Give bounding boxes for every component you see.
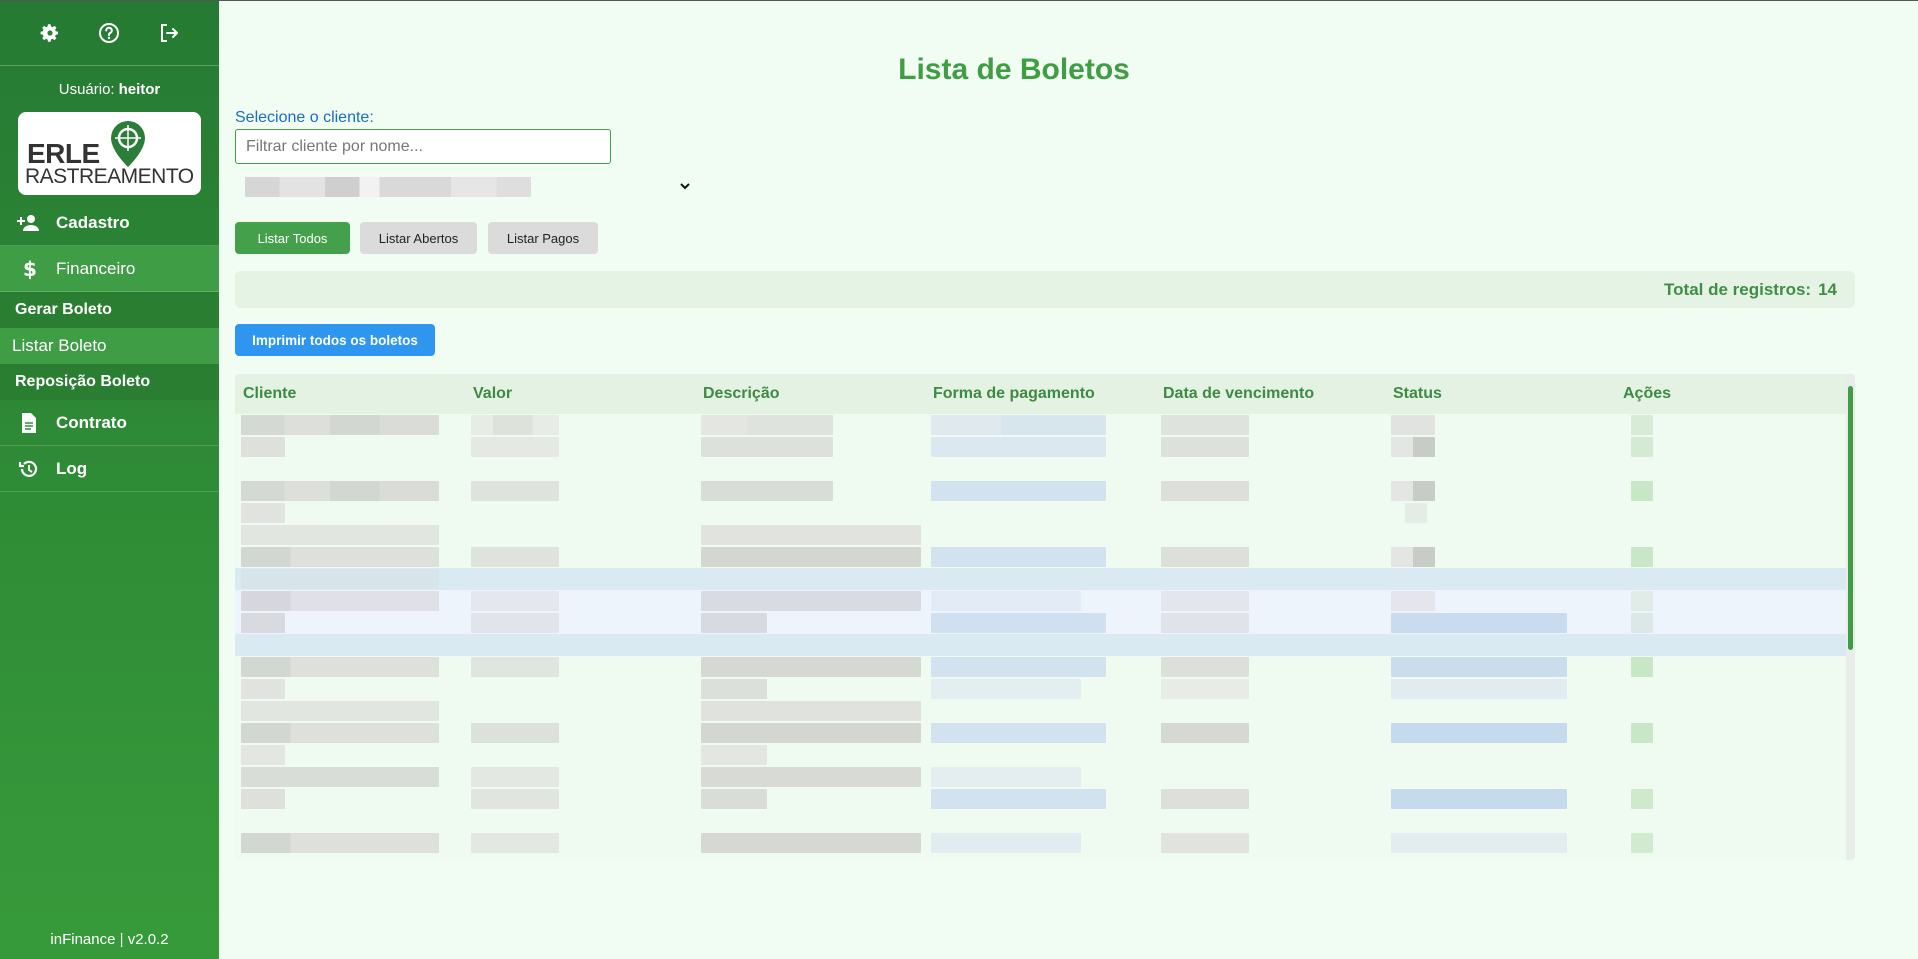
table-row[interactable] <box>235 568 1855 590</box>
column-header-forma-pagamento[interactable]: Forma de pagamento <box>925 385 1155 403</box>
sidebar-item-log[interactable]: Log <box>0 446 219 492</box>
list-paid-button[interactable]: Listar Pagos <box>488 222 598 254</box>
history-icon <box>14 458 44 480</box>
table-row[interactable] <box>235 436 1855 458</box>
table-row[interactable] <box>235 722 1855 744</box>
sidebar-item-financeiro[interactable]: $ Financeiro <box>0 246 219 292</box>
user-plus-icon <box>14 212 44 234</box>
column-header-descricao[interactable]: Descrição <box>695 385 925 403</box>
redacted-client-name <box>245 177 531 197</box>
client-select-label: Selecione o cliente: <box>235 109 374 126</box>
table-body <box>235 414 1855 854</box>
sidebar-item-label: Contrato <box>56 412 127 432</box>
location-pin-icon <box>111 121 145 167</box>
table-row[interactable] <box>235 612 1855 634</box>
table-row[interactable] <box>235 546 1855 568</box>
total-records-label: Total de registros: <box>1664 279 1812 299</box>
logout-icon[interactable] <box>156 20 182 46</box>
table-row[interactable] <box>235 634 1855 656</box>
logo-text-line2: RASTREAMENTO <box>25 165 194 188</box>
table-row[interactable] <box>235 678 1855 700</box>
table-row-spacer <box>235 810 1855 832</box>
svg-text:$: $ <box>23 258 36 280</box>
user-label: Usuário: <box>58 80 115 98</box>
table-row[interactable] <box>235 524 1855 546</box>
sidebar: Usuário: heitor ERLE RASTREAMENTO Cadast… <box>0 1 219 959</box>
sidebar-item-cadastro[interactable]: Cadastro <box>0 200 219 246</box>
table-scrollbar[interactable] <box>1846 374 1855 860</box>
client-select[interactable] <box>235 173 692 201</box>
column-header-data-vencimento[interactable]: Data de vencimento <box>1155 385 1385 403</box>
sidebar-item-label: Log <box>56 458 88 478</box>
total-records-bar: Total de registros: 14 <box>235 271 1855 308</box>
submenu-item-reposicao-boleto[interactable]: Reposição Boleto <box>0 364 219 400</box>
user-name: heitor <box>118 80 161 98</box>
table-row[interactable] <box>235 832 1855 854</box>
table-row[interactable] <box>235 744 1855 766</box>
column-header-cliente[interactable]: Cliente <box>235 385 465 403</box>
table-row[interactable] <box>235 590 1855 612</box>
table-row[interactable] <box>235 700 1855 722</box>
sidebar-toolbar <box>0 1 219 66</box>
table-row-spacer <box>235 458 1855 480</box>
document-icon <box>14 412 44 434</box>
company-logo: ERLE RASTREAMENTO <box>18 112 201 195</box>
table-row[interactable] <box>235 502 1855 524</box>
print-all-button[interactable]: Imprimir todos os boletos <box>235 324 435 356</box>
sidebar-item-label: Cadastro <box>56 212 130 232</box>
scrollbar-thumb[interactable] <box>1848 386 1853 650</box>
boletos-table: Cliente Valor Descrição Forma de pagamen… <box>235 374 1855 860</box>
dollar-icon: $ <box>14 258 44 280</box>
sidebar-item-label: Financeiro <box>56 258 136 278</box>
list-all-button[interactable]: Listar Todos <box>235 222 350 254</box>
total-records-count: 14 <box>1818 279 1837 299</box>
sidebar-item-contrato[interactable]: Contrato <box>0 400 219 446</box>
table-row[interactable] <box>235 480 1855 502</box>
page-title: Lista de Boletos <box>898 53 1130 86</box>
column-header-acoes[interactable]: Ações <box>1615 385 1845 403</box>
table-header: Cliente Valor Descrição Forma de pagamen… <box>235 374 1855 414</box>
table-row[interactable] <box>235 766 1855 788</box>
financeiro-submenu: Gerar Boleto Listar Boleto Reposição Bol… <box>0 292 219 400</box>
table-row[interactable] <box>235 788 1855 810</box>
gear-icon[interactable] <box>37 20 63 46</box>
submenu-item-listar-boleto[interactable]: Listar Boleto <box>0 328 219 364</box>
column-header-status[interactable]: Status <box>1385 385 1615 403</box>
column-header-valor[interactable]: Valor <box>465 385 695 403</box>
list-open-button[interactable]: Listar Abertos <box>360 222 477 254</box>
sidebar-menu: Cadastro $ Financeiro Gerar Boleto Lista… <box>0 200 219 492</box>
main-content: Lista de Boletos Selecione o cliente: Li… <box>219 1 1918 959</box>
user-info: Usuário: heitor <box>0 66 219 112</box>
app-version: inFinance | v2.0.2 <box>0 918 219 959</box>
submenu-item-gerar-boleto[interactable]: Gerar Boleto <box>0 292 219 328</box>
chevron-down-icon <box>680 183 690 190</box>
table-row[interactable] <box>235 414 1855 436</box>
help-icon[interactable] <box>96 20 122 46</box>
client-filter-input[interactable] <box>235 129 611 164</box>
table-row[interactable] <box>235 656 1855 678</box>
